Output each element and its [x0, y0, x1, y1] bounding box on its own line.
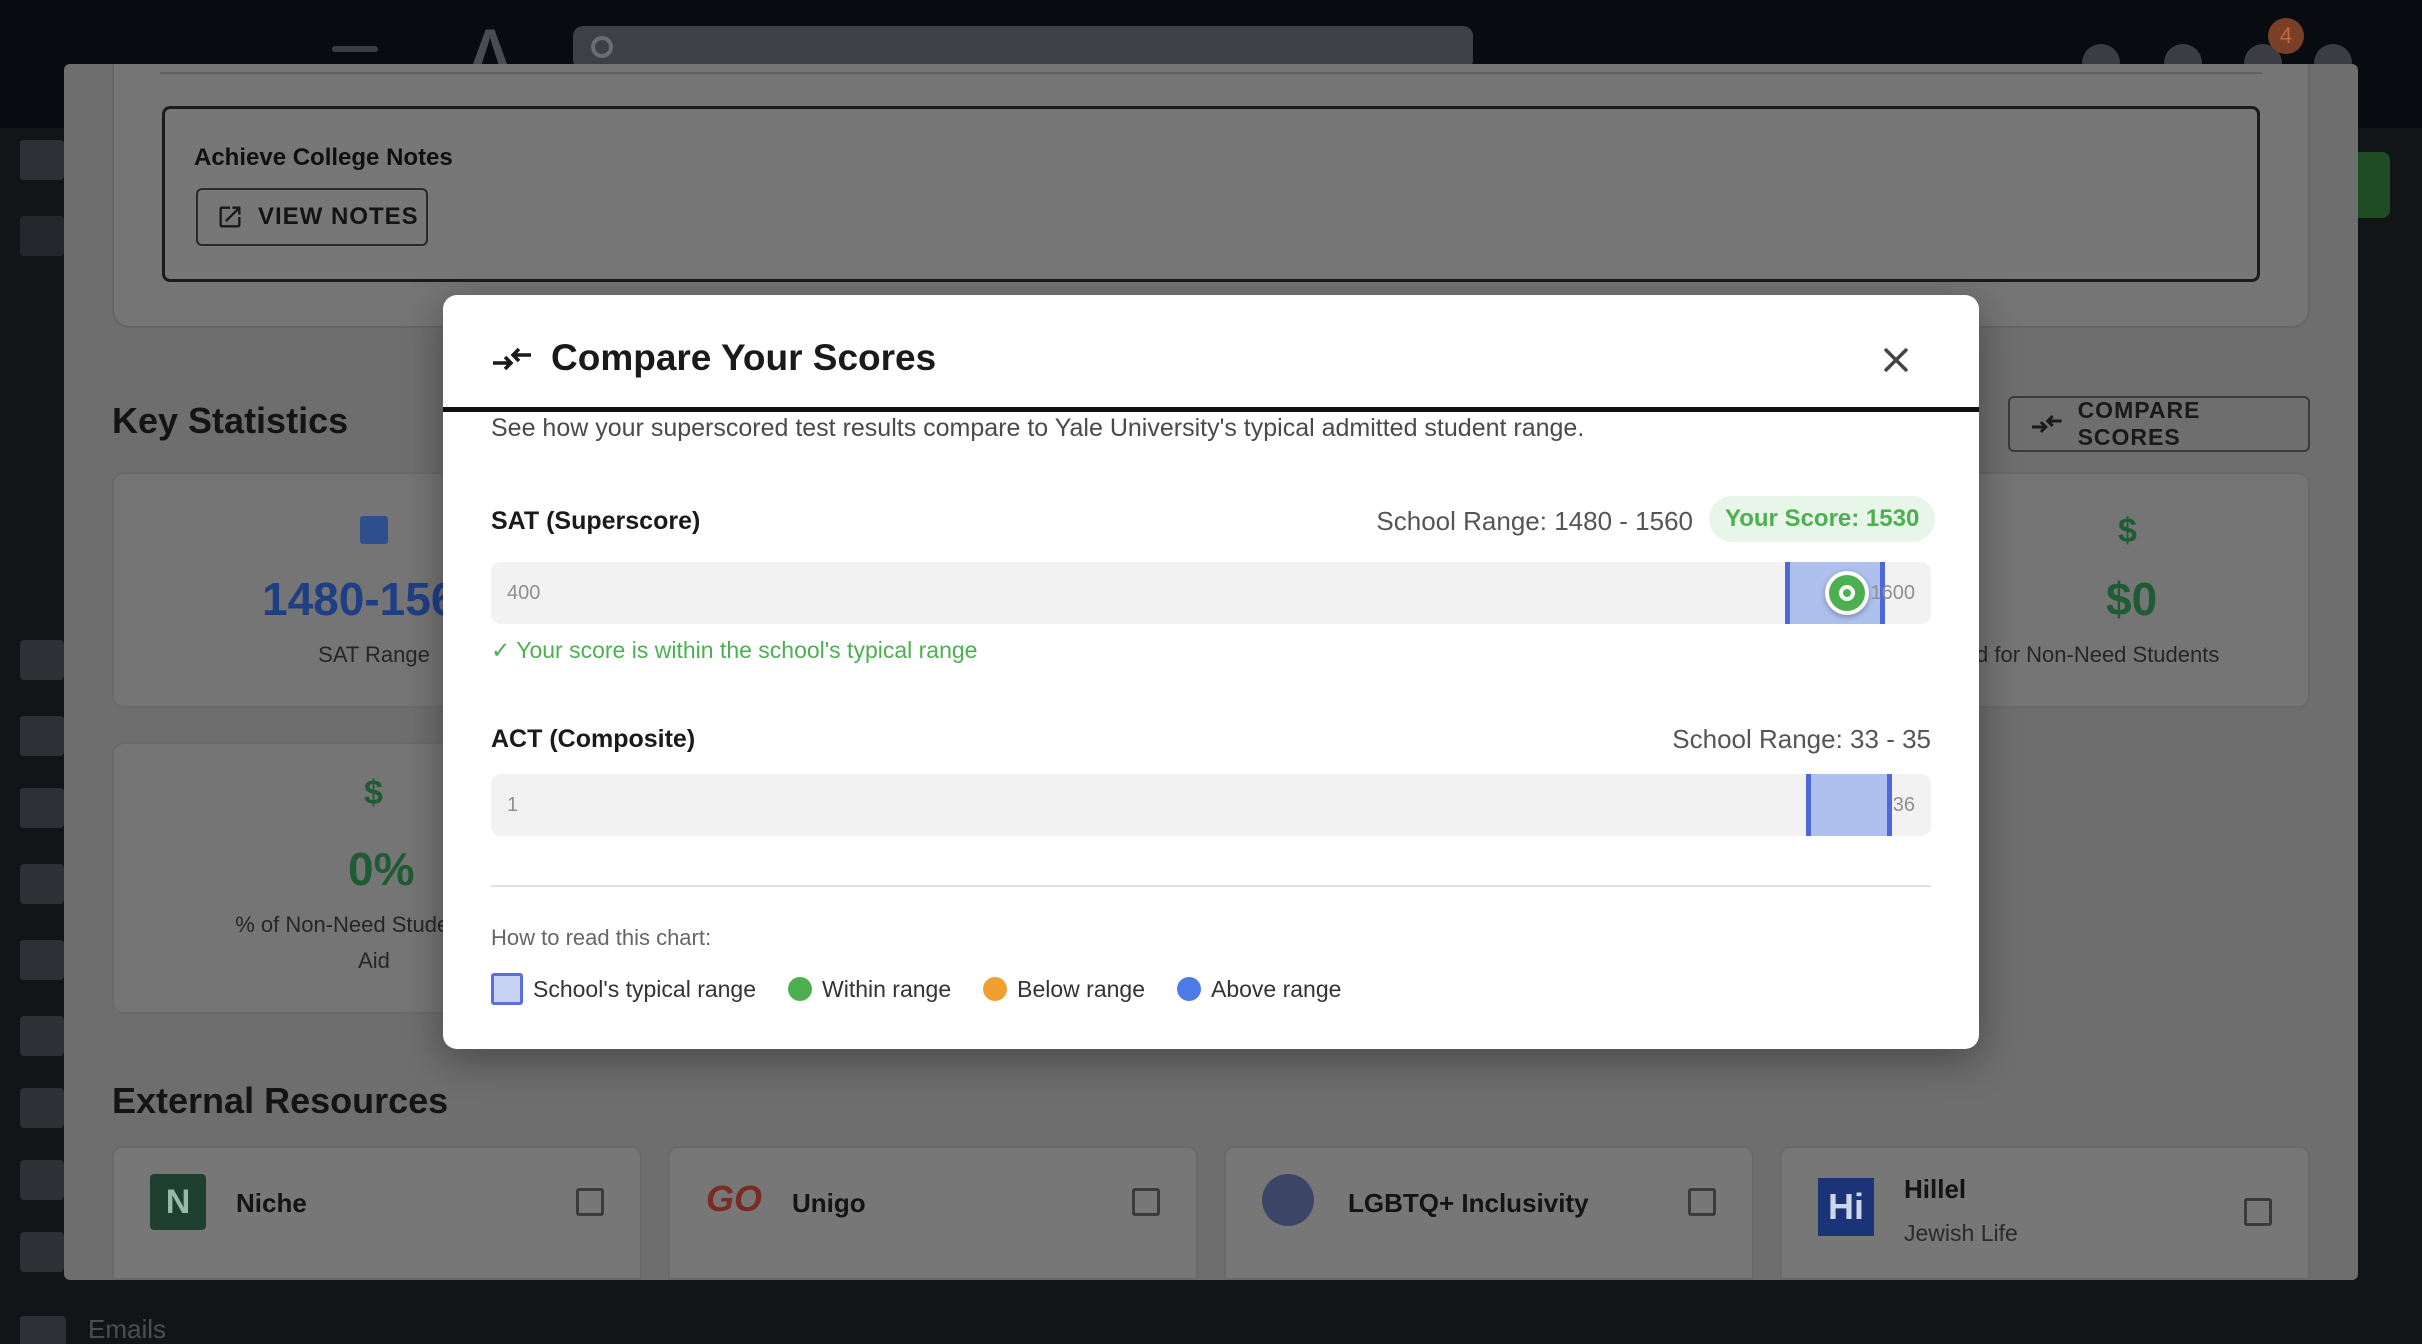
resource-name: Hillel [1904, 1174, 1967, 1204]
stat-value: 1480-156 [262, 573, 457, 625]
unigo-logo: GO [706, 1178, 763, 1219]
bar-chart-icon [360, 516, 388, 544]
within-range-swatch [788, 977, 813, 1001]
email-icon[interactable] [20, 1316, 66, 1344]
checklist-icon[interactable] [20, 864, 64, 904]
legend-item-typical-range: School's typical range [491, 973, 756, 1005]
legend: School's typical range Within range Belo… [491, 973, 1341, 1005]
legend-label: Above range [1211, 975, 1342, 1002]
legend-item-below: Below range [983, 976, 1145, 1003]
sidebar [0, 128, 64, 1344]
marker-dot [1843, 589, 1851, 597]
legend-item-above: Above range [1177, 976, 1341, 1003]
key-statistics-title: Key Statistics [112, 400, 349, 441]
analytics-icon[interactable] [20, 788, 64, 828]
resource-subtitle: Jewish Life [1904, 1220, 2018, 1246]
resource-card-lgbtq[interactable]: LGBTQ+ Inclusivity [1224, 1146, 1754, 1280]
notes-box [162, 106, 2260, 282]
view-notes-label: VIEW NOTES [258, 203, 419, 230]
resource-name: LGBTQ+ Inclusivity [1348, 1188, 1589, 1218]
typical-range-swatch [491, 973, 523, 1005]
video-icon[interactable] [20, 1016, 64, 1056]
sat-range-track: 400 1600 [491, 562, 1931, 624]
act-typical-range-band [1805, 774, 1892, 836]
divider [160, 72, 2262, 74]
view-notes-button[interactable]: VIEW NOTES [196, 188, 428, 246]
compare-scores-button[interactable]: COMPARE SCORES [2008, 396, 2310, 452]
resource-card-unigo[interactable]: GO Unigo [668, 1146, 1198, 1280]
open-in-new-icon [1132, 1188, 1160, 1216]
dollar-icon: $ [364, 774, 383, 812]
stat-label: d for Non-Need Students [1976, 642, 2220, 667]
globe-icon [1262, 1174, 1314, 1226]
notification-badge: 4 [2268, 18, 2304, 54]
resource-card-hillel[interactable]: Hi Hillel Jewish Life [1780, 1146, 2310, 1280]
book-icon[interactable] [20, 1160, 64, 1200]
act-min-label: 1 [507, 794, 519, 816]
sat-label: SAT (Superscore) [491, 507, 701, 535]
your-score-marker [1825, 571, 1869, 615]
route-icon[interactable] [20, 1088, 64, 1128]
legend-label: Within range [822, 975, 952, 1002]
niche-logo: N [150, 1174, 206, 1230]
external-resources-title: External Resources [112, 1080, 449, 1121]
open-in-new-icon [1688, 1188, 1716, 1216]
notes-title: Achieve College Notes [194, 144, 453, 171]
dialog-description: See how your superscored test results co… [491, 414, 1585, 442]
sat-range-text: School Range: 1480 - 1560 [1376, 506, 1693, 536]
open-in-new-icon [2244, 1198, 2272, 1226]
compare-arrows-icon [2031, 415, 2062, 433]
below-range-swatch [983, 977, 1008, 1001]
sidebar-item-emails[interactable]: Emails [88, 1314, 166, 1344]
above-range-swatch [1177, 977, 1201, 1001]
legend-title: How to read this chart: [491, 925, 712, 950]
columns-icon[interactable] [20, 716, 64, 756]
compare-arrows-icon [493, 347, 531, 371]
compare-scores-label: COMPARE SCORES [2077, 397, 2201, 450]
act-range-text: School Range: 33 - 35 [1672, 724, 1931, 754]
stat-value: $0 [2106, 573, 2158, 625]
act-range-track: 1 36 [491, 774, 1931, 836]
hamburger-menu-icon[interactable] [332, 46, 378, 52]
marker-center [1839, 585, 1855, 601]
students-icon[interactable] [20, 216, 64, 256]
open-in-new-icon [219, 206, 241, 228]
act-label: ACT (Composite) [491, 725, 696, 753]
layers-icon[interactable] [20, 640, 64, 680]
search-icon [591, 36, 613, 58]
close-icon[interactable] [1873, 337, 1919, 383]
list-icon[interactable] [20, 940, 64, 980]
resource-name: Niche [236, 1188, 307, 1218]
resource-name: Unigo [792, 1188, 866, 1218]
dashboard-icon[interactable] [20, 140, 64, 180]
legend-label: Below range [1017, 975, 1145, 1002]
sat-min-label: 400 [507, 582, 541, 604]
hillel-logo: Hi [1818, 1178, 1874, 1236]
score-status-message: ✓ Your score is within the school's typi… [491, 637, 978, 663]
document-icon[interactable] [20, 1232, 64, 1272]
act-max-label: 36 [1892, 794, 1915, 816]
action-button-edge[interactable] [2358, 152, 2390, 218]
legend-divider [491, 885, 1931, 887]
legend-label: School's typical range [533, 975, 757, 1002]
resource-card-niche[interactable]: N Niche [112, 1146, 642, 1280]
open-in-new-icon [576, 1188, 604, 1216]
header-divider [443, 407, 1979, 412]
dialog-title: Compare Your Scores [551, 337, 937, 378]
compare-scores-dialog: Compare Your Scores See how your supersc… [443, 295, 1979, 1049]
dollar-icon: $ [2118, 512, 2137, 550]
your-score-badge: Your Score: 1530 [1709, 496, 1936, 542]
stat-card-merit-aid: $ $0 d for Non-Need Students [1954, 472, 2310, 708]
sat-max-label: 1600 [1870, 582, 1916, 604]
legend-item-within: Within range [788, 976, 951, 1003]
dialog-header: Compare Your Scores [443, 295, 1979, 411]
stat-value: 0% [348, 843, 415, 895]
